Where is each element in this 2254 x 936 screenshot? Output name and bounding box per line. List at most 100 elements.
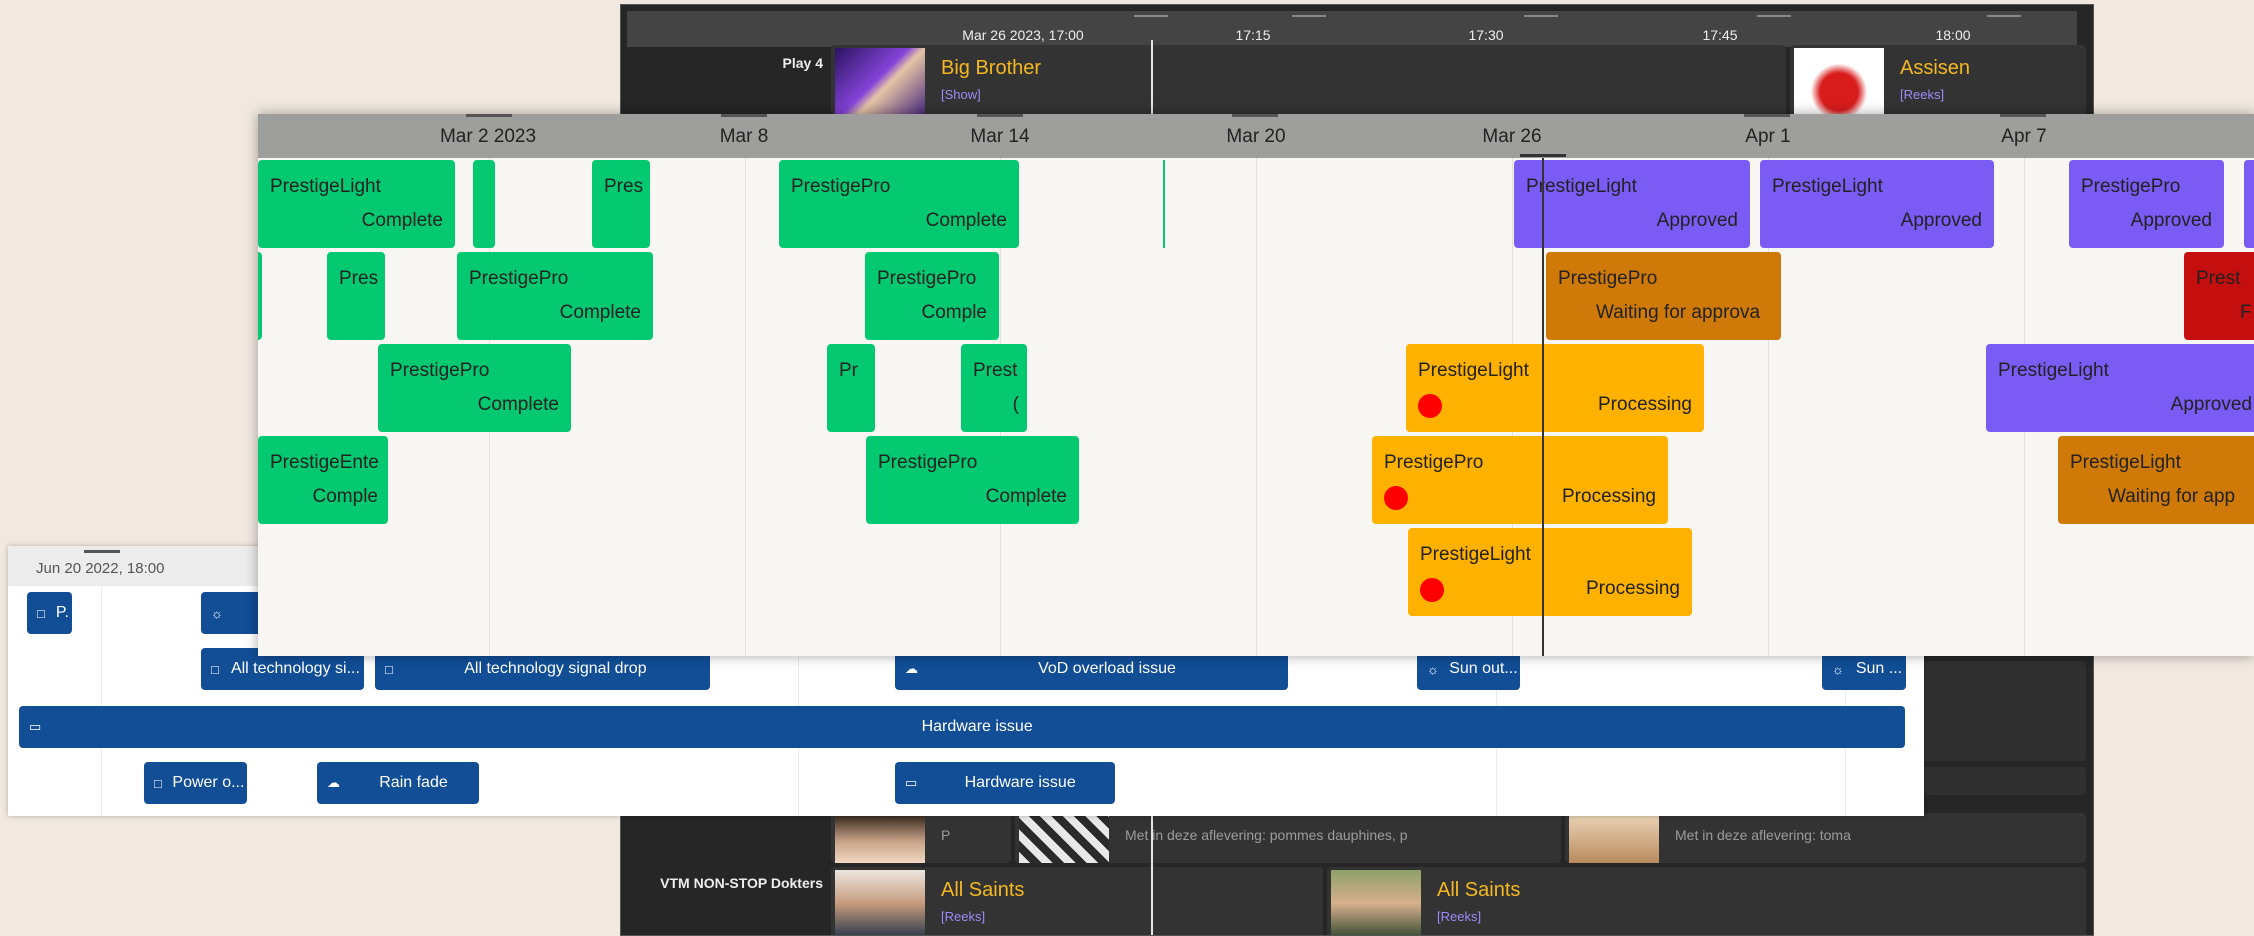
program-title: Assisen [1900,57,1971,79]
weather-icon: ☼ [211,605,223,621]
grid-line [1256,158,1257,656]
program-description: Met in deze aflevering: toma [1675,827,1851,843]
program-title: Big Brother [941,57,1042,79]
time-tick: Mar 26 2023, 17:00 [962,27,1084,43]
time-tick: 17:15 [1235,27,1271,43]
hardware-icon: ▭ [29,719,42,734]
time-tick: 18:00 [1935,27,1971,43]
program-genre: [Reeks] [941,909,986,924]
program-thumbnail [1794,48,1884,121]
grid-line [101,586,102,816]
error-indicator [1418,394,1442,418]
job-bar[interactable]: Pres [327,252,385,340]
program-thumbnail [1019,816,1109,863]
time-tick: 17:45 [1702,27,1738,43]
tick-mark [1134,15,1168,17]
job-bar[interactable]: Pres [592,160,650,248]
date-tick: Mar 26 [1482,126,1542,147]
cloud-icon: ☁ [905,661,918,676]
tick-mark [1744,114,1790,117]
program-description-tile[interactable]: Met in deze aflevering: pommes dauphines… [1015,813,1561,863]
program-assisen[interactable]: Assisen [Reeks] [1790,45,2086,121]
program-description: Met in deze aflevering: pommes dauphines… [1125,827,1408,843]
date-tick: Mar 14 [970,126,1030,147]
document-icon: □ [154,775,162,791]
header-date: Jun 20 2022, 18:00 [36,560,165,577]
job-bar[interactable]: PrestigePro Approved [2069,160,2224,248]
document-icon: □ [385,661,393,677]
program-title: All Saints [941,879,1025,901]
job-bar[interactable]: Prest F [2184,252,2254,340]
tick-mark [977,114,1023,117]
date-tick: Mar 8 [719,126,769,147]
job-bar[interactable]: PrestigeLight Approved [1986,344,2254,432]
job-bar[interactable]: PrestigeEnte Comple [258,436,388,524]
job-bar[interactable]: PrestigeLight Approved [1514,160,1750,248]
job-bar[interactable]: PrestigeLight Approved [1760,160,1994,248]
program-thumbnail [835,870,925,935]
job-bar[interactable]: Pr [827,344,875,432]
program-thumbnail [835,48,925,121]
issue-bar[interactable]: ☁ Rain fade [317,762,479,804]
program-all-saints[interactable]: All Saints [Reeks] [831,867,1323,935]
job-bar[interactable]: PrestigeLight Waiting for app [2058,436,2254,524]
program-description-tile[interactable]: P [831,813,1011,863]
program-genre: [Show] [941,87,981,102]
tick-mark [1524,15,1558,17]
program-thumbnail [1569,816,1659,863]
job-bar[interactable]: PrestigePro Complete [866,436,1079,524]
date-tick: Apr 1 [1745,126,1791,147]
cloud-icon: ☁ [327,775,340,790]
job-bar[interactable]: PrestigePro Waiting for approva [1546,252,1781,340]
tick-mark [1987,15,2021,17]
job-bar[interactable]: PrestigePro Complete [457,252,653,340]
job-bar[interactable]: PrestigePro Comple [865,252,999,340]
job-bar[interactable]: PrestigePro Complete [378,344,571,432]
program-thumbnail [1331,870,1421,935]
job-bar[interactable]: PrestigeLight Complete [258,160,455,248]
date-tick: Mar 20 [1226,126,1286,147]
hardware-icon: ▭ [905,775,918,790]
document-icon: □ [211,661,219,677]
job-bar[interactable]: Prest( [961,344,1027,432]
channel-label-play4: Play 4 [782,55,823,71]
job-bar[interactable] [258,252,262,340]
issue-bar[interactable]: ▭ Hardware issue [19,706,1905,748]
tick-mark [1757,15,1791,17]
job-bar[interactable] [473,160,495,248]
issue-bar[interactable]: □ P. [27,592,72,634]
tick-mark [1292,15,1326,17]
program-thumbnail [835,816,925,863]
error-indicator [1420,578,1444,602]
job-marker [1163,160,1165,248]
issue-bar[interactable]: □ Power o... [144,762,247,804]
tick-mark [1232,114,1278,117]
job-bar[interactable]: PrestigePro Processing [1372,436,1668,524]
scheduler-time-header: Mar 2 2023 Mar 8 Mar 14 Mar 20 Mar 26 Ap… [258,114,2254,158]
channel-label-vtm-dokters: VTM NON-STOP Dokters [660,875,823,891]
tick-mark [466,114,512,117]
grid-line [745,158,746,656]
current-time-line [1542,158,1544,656]
program-all-saints[interactable]: All Saints [Reeks] [1327,867,2086,935]
tick-mark [2000,114,2046,117]
program-genre: [Reeks] [1437,909,1482,924]
error-indicator [1384,486,1408,510]
job-bar[interactable]: PrestigeLight Processing [1406,344,1704,432]
date-tick: Mar 2 2023 [439,126,537,147]
time-tick: 17:30 [1468,27,1504,43]
job-bar[interactable]: PrestigePro Complete [779,160,1019,248]
tick-mark [84,550,120,553]
current-time-marker [1520,154,1566,157]
tv-time-header: Mar 26 2023, 17:00 17:15 17:30 17:45 18:… [627,11,2077,47]
job-bar[interactable]: PrestigeLight Processing [1408,528,1692,616]
program-big-brother[interactable]: Big Brother [Show] [831,45,1786,121]
issue-bar[interactable]: ▭ Hardware issue [895,762,1115,804]
weather-icon: ☼ [1427,661,1439,677]
program-description-tile[interactable]: Met in deze aflevering: toma [1565,813,2086,863]
weather-icon: ☼ [1832,661,1844,677]
program-genre: [Reeks] [1900,87,1945,102]
program-description: P [941,827,951,843]
program-title: All Saints [1437,879,1521,901]
job-bar[interactable] [2244,160,2254,248]
